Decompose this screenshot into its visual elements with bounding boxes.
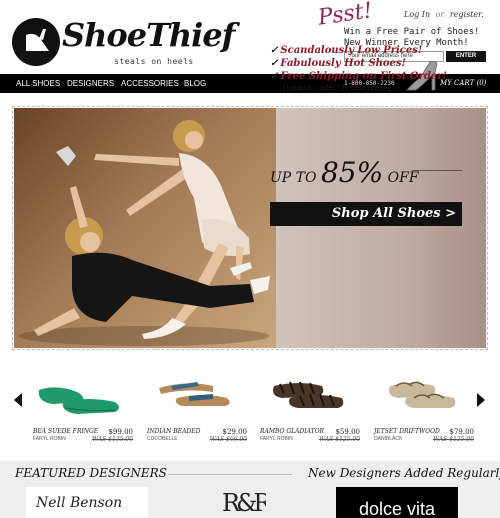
product-card[interactable]: INDIAN BEADED COCOBELLE $29.00 WAS $66.0… bbox=[147, 372, 247, 450]
nav-item-accessories[interactable]: ACCESSORIES bbox=[121, 74, 179, 93]
tagline: steals on heels bbox=[114, 57, 194, 66]
product-card[interactable]: BEA SUEDE FRINGE FARYL ROBIN $99.00 WAS … bbox=[33, 372, 133, 450]
logo-text: ShoeThief bbox=[62, 16, 235, 54]
product-designer: FARYL ROBIN bbox=[260, 436, 293, 442]
product-name[interactable]: BEA SUEDE FRINGE bbox=[33, 428, 98, 435]
register-link[interactable]: register. bbox=[450, 10, 484, 19]
bullet-hot-shoes: ✓ Fabulously Hot Shoes! bbox=[270, 58, 406, 69]
product-price: $99.00 bbox=[108, 428, 134, 436]
bullet-free-shipping: ✓ Free Shipping on First Order! bbox=[270, 71, 447, 82]
product-image[interactable] bbox=[147, 372, 247, 422]
product-name[interactable]: RAMBO GLADIATOR bbox=[260, 428, 324, 435]
discount-text: UP TO 85% OFF bbox=[270, 156, 419, 189]
product-price: $79.00 bbox=[449, 428, 475, 436]
divider bbox=[168, 474, 292, 475]
account-links: Log In or register. bbox=[404, 10, 484, 19]
new-designers-text: New Designers Added Regularly bbox=[308, 466, 500, 480]
product-designer: COCOBELLE bbox=[147, 436, 178, 442]
product-image[interactable] bbox=[260, 372, 360, 422]
product-designer: FARYL ROBIN bbox=[33, 436, 66, 442]
product-name[interactable]: JETSET DRIFTWOOD bbox=[374, 428, 440, 435]
enter-button[interactable]: ENTER bbox=[446, 51, 486, 62]
carousel-next-icon[interactable] bbox=[477, 393, 485, 407]
promo-line-1: Win a Free Pair of Shoes! bbox=[344, 27, 480, 37]
or-text: or bbox=[435, 10, 445, 19]
carousel-prev-icon[interactable] bbox=[14, 393, 22, 407]
shoe-logo-icon bbox=[12, 18, 60, 66]
nav-item-blog[interactable]: BLOG bbox=[184, 74, 206, 93]
hero-panel bbox=[276, 108, 486, 348]
bullet-low-prices: ✓ Scandalously Low Prices! bbox=[270, 45, 423, 56]
shop-all-shoes-button[interactable]: Shop All Shoes > bbox=[270, 202, 462, 226]
product-was-price: WAS $135.00 bbox=[91, 436, 133, 443]
hero-bullets: ✓ Scandalously Low Prices! ✓ Fabulously Ho… bbox=[270, 44, 447, 83]
product-was-price: WAS $66.00 bbox=[209, 436, 247, 443]
hero-banner[interactable] bbox=[14, 108, 486, 348]
product-image[interactable] bbox=[33, 372, 133, 422]
product-designer: DANIBLACK bbox=[374, 436, 403, 442]
product-card[interactable]: RAMBO GLADIATOR FARYL ROBIN $59.00 WAS $… bbox=[260, 372, 360, 450]
product-name[interactable]: INDIAN BEADED bbox=[147, 428, 200, 435]
checkmark-icon: ✓ bbox=[270, 45, 279, 56]
product-price: $29.00 bbox=[222, 428, 248, 436]
product-card[interactable]: JETSET DRIFTWOOD DANIBLACK $79.00 WAS $1… bbox=[374, 372, 474, 450]
checkmark-icon: ✓ bbox=[270, 58, 279, 69]
product-was-price: WAS $125.00 bbox=[432, 436, 474, 443]
upto-label: UP TO bbox=[270, 170, 317, 186]
product-was-price: WAS $125.00 bbox=[318, 436, 360, 443]
featured-designers-heading: FEATURED DESIGNERS bbox=[15, 466, 167, 480]
nav-item-designers[interactable]: DESIGNERS bbox=[67, 74, 114, 93]
coupon-code: (coupon code:'freeshipping') bbox=[282, 84, 401, 92]
discount-percent: 85% bbox=[320, 156, 384, 189]
divider bbox=[412, 170, 462, 171]
nav-item-all-shoes[interactable]: ALL SHOES bbox=[16, 74, 60, 93]
designer-logo-rr[interactable]: R&R bbox=[222, 487, 266, 518]
logo[interactable]: ShoeThief steals on heels bbox=[12, 14, 235, 74]
hero-photo bbox=[14, 108, 276, 348]
designer-logo-nell-benson[interactable]: Nell Benson bbox=[26, 487, 148, 518]
off-label: OFF bbox=[387, 170, 419, 186]
checkmark-icon: ✓ bbox=[270, 71, 279, 82]
product-price: $59.00 bbox=[335, 428, 361, 436]
login-link[interactable]: Log In bbox=[404, 10, 430, 19]
product-image[interactable] bbox=[374, 372, 474, 422]
designer-logo-dolce-vita[interactable]: dolce vita bbox=[336, 487, 458, 518]
